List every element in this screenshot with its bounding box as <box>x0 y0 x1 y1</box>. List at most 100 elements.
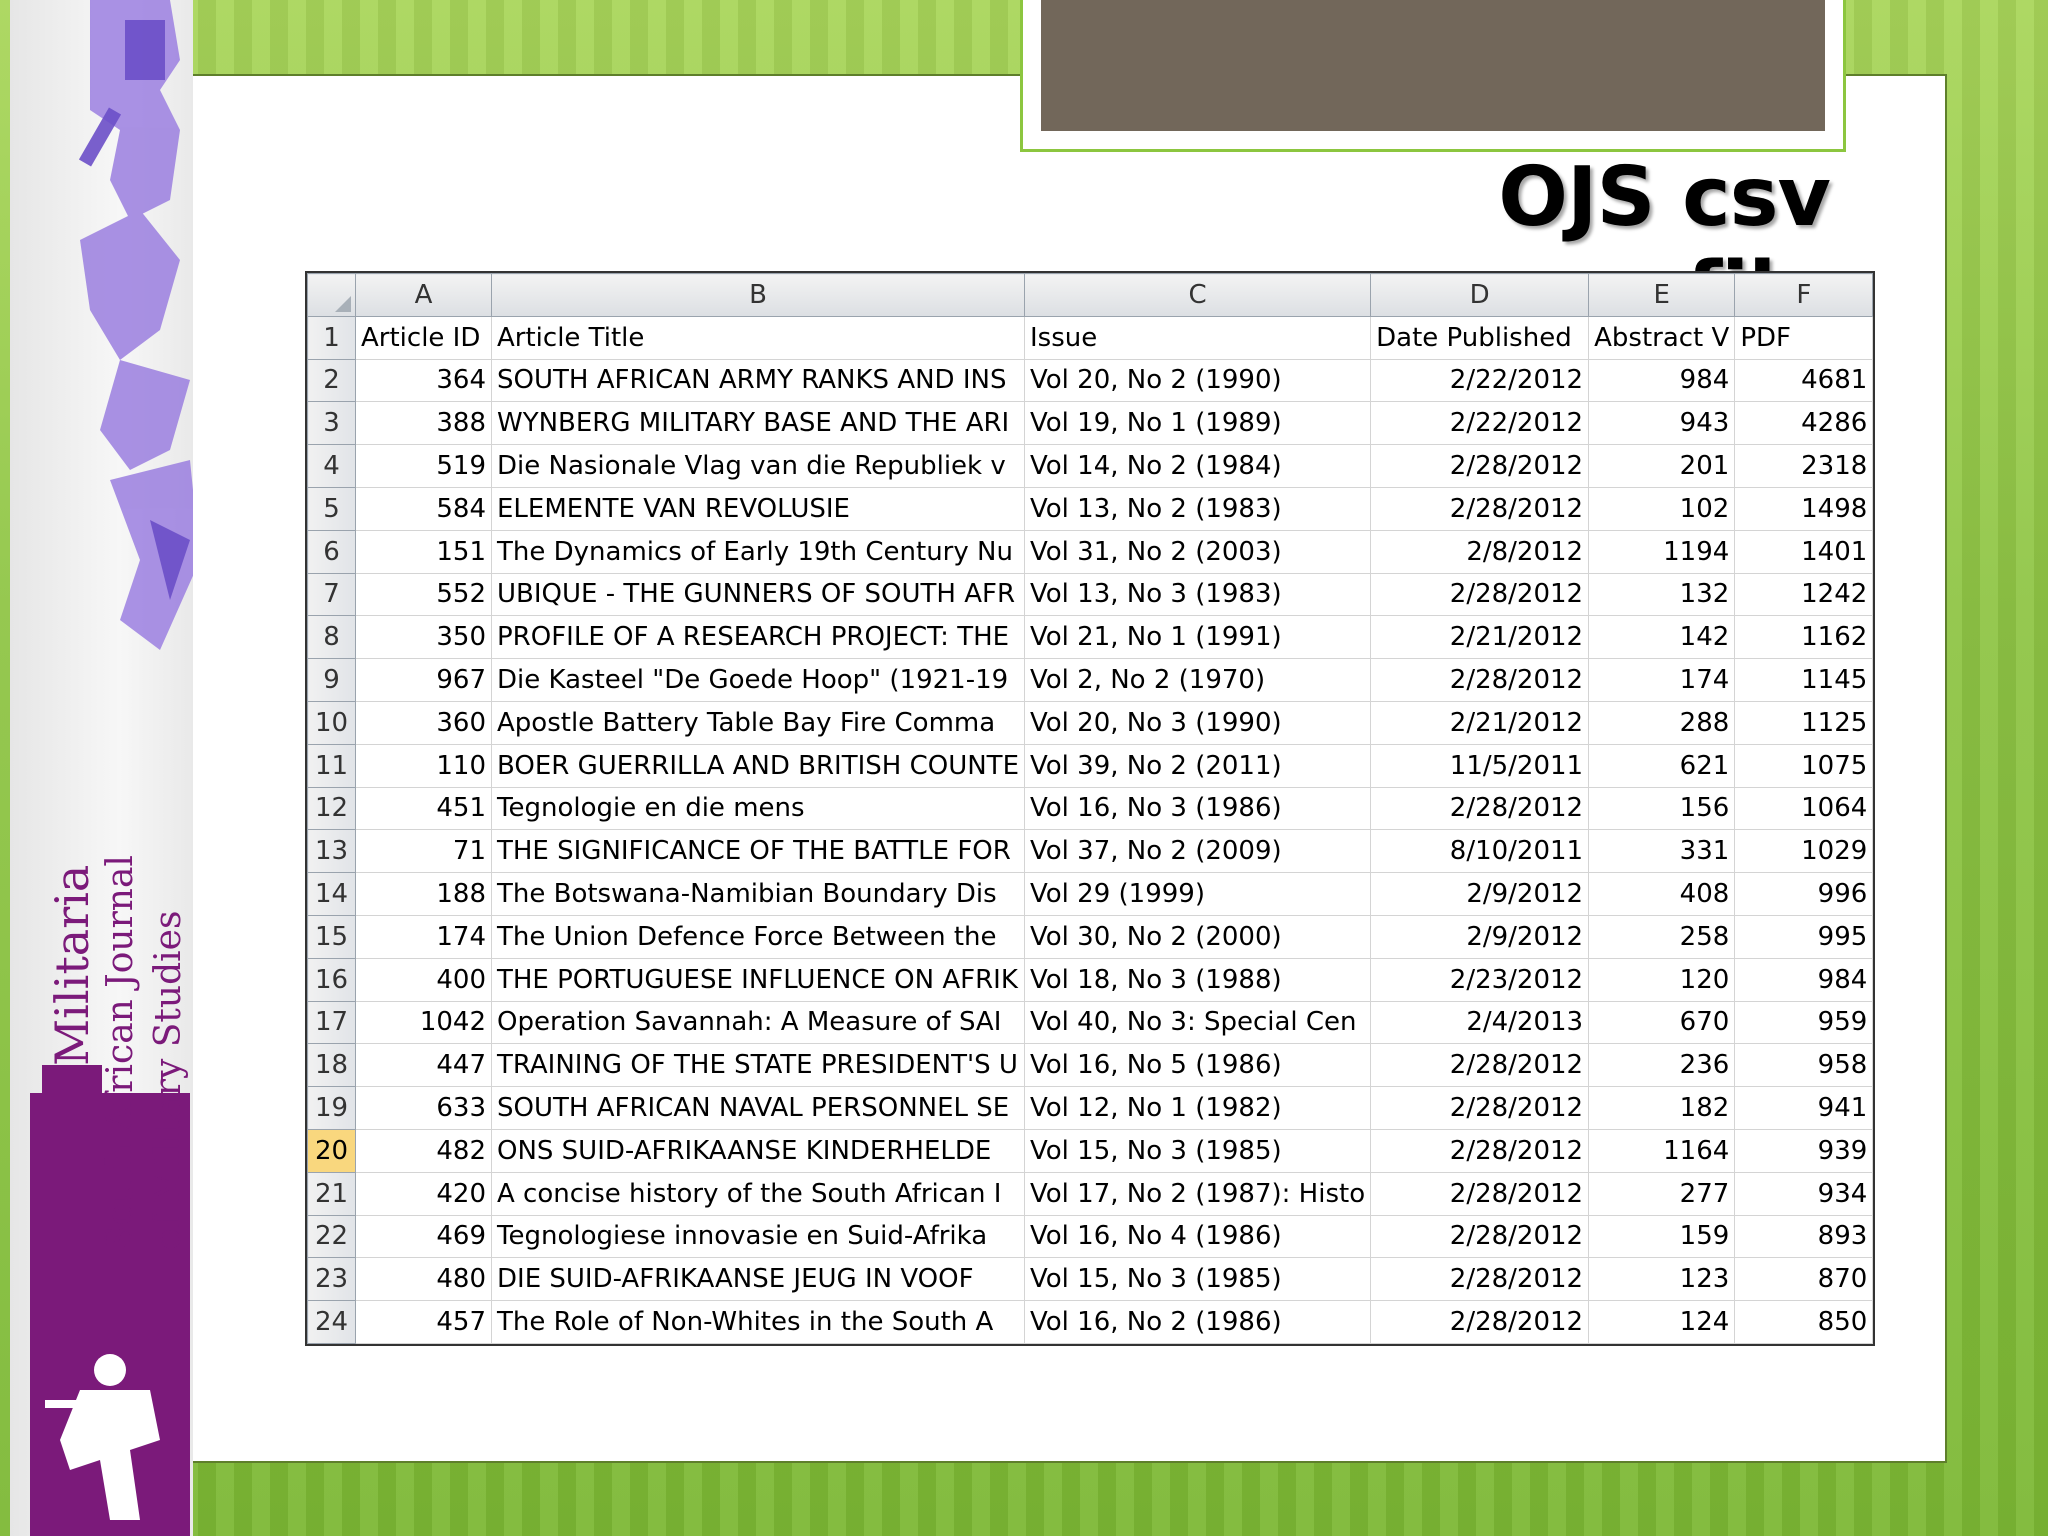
cell-abstract-views[interactable]: 277 <box>1588 1171 1736 1216</box>
row-header[interactable]: 18 <box>307 1043 356 1088</box>
cell-pdf[interactable]: PDF <box>1734 315 1874 360</box>
cell-article-title[interactable]: DIE SUID-AFRIKAANSE JEUG IN VOOF <box>491 1257 1025 1302</box>
cell-date-published[interactable]: 11/5/2011 <box>1370 743 1590 788</box>
cell-pdf[interactable]: 1162 <box>1734 615 1874 660</box>
row-header[interactable]: 8 <box>307 615 356 660</box>
cell-abstract-views[interactable]: 236 <box>1588 1043 1736 1088</box>
row-header[interactable]: 6 <box>307 529 356 574</box>
cell-article-title[interactable]: Article Title <box>491 315 1025 360</box>
cell-abstract-views[interactable]: 120 <box>1588 957 1736 1002</box>
cell-article-id[interactable]: 360 <box>355 700 492 745</box>
cell-article-title[interactable]: The Union Defence Force Between the <box>491 914 1025 959</box>
cell-pdf[interactable]: 996 <box>1734 872 1874 916</box>
cell-date-published[interactable]: 2/28/2012 <box>1370 444 1590 488</box>
cell-pdf[interactable]: 1145 <box>1734 658 1874 702</box>
row-header[interactable]: 20 <box>307 1128 356 1173</box>
cell-pdf[interactable]: 984 <box>1734 957 1874 1002</box>
cell-date-published[interactable]: 8/10/2011 <box>1370 829 1590 874</box>
cell-pdf[interactable]: 1401 <box>1734 529 1874 574</box>
cell-pdf[interactable]: 1075 <box>1734 743 1874 788</box>
row-header[interactable]: 17 <box>307 1000 356 1045</box>
cell-date-published[interactable]: 2/23/2012 <box>1370 957 1590 1002</box>
cell-article-id[interactable]: 1042 <box>355 1000 492 1045</box>
cell-article-title[interactable]: Tegnologie en die mens <box>491 786 1025 831</box>
cell-date-published[interactable]: 2/28/2012 <box>1370 572 1590 617</box>
row-header[interactable]: 9 <box>307 658 356 702</box>
cell-issue[interactable]: Vol 12, No 1 (1982) <box>1023 1086 1372 1130</box>
cell-issue[interactable]: Vol 21, No 1 (1991) <box>1023 615 1372 660</box>
row-header[interactable]: 13 <box>307 829 356 874</box>
row-header[interactable]: 11 <box>307 743 356 788</box>
cell-article-title[interactable]: The Role of Non-Whites in the South A <box>491 1300 1025 1344</box>
cell-issue[interactable]: Vol 29 (1999) <box>1023 872 1372 916</box>
cell-article-title[interactable]: WYNBERG MILITARY BASE AND THE ARI <box>491 401 1025 446</box>
cell-date-published[interactable]: 2/4/2013 <box>1370 1000 1590 1045</box>
cell-issue[interactable]: Vol 16, No 2 (1986) <box>1023 1300 1372 1344</box>
cell-article-title[interactable]: Die Nasionale Vlag van die Republiek v <box>491 444 1025 488</box>
cell-issue[interactable]: Vol 39, No 2 (2011) <box>1023 743 1372 788</box>
cell-issue[interactable]: Vol 16, No 5 (1986) <box>1023 1043 1372 1088</box>
cell-issue[interactable]: Vol 13, No 2 (1983) <box>1023 486 1372 531</box>
cell-article-title[interactable]: Apostle Battery Table Bay Fire Comma <box>491 700 1025 745</box>
cell-issue[interactable]: Vol 19, No 1 (1989) <box>1023 401 1372 446</box>
cell-article-id[interactable]: 174 <box>355 914 492 959</box>
cell-date-published[interactable]: 2/21/2012 <box>1370 615 1590 660</box>
cell-article-id[interactable]: 457 <box>355 1300 492 1344</box>
cell-abstract-views[interactable]: 258 <box>1588 914 1736 959</box>
cell-issue[interactable]: Issue <box>1023 315 1372 360</box>
cell-article-title[interactable]: SOUTH AFRICAN ARMY RANKS AND INS <box>491 358 1025 403</box>
row-header[interactable]: 24 <box>307 1300 356 1344</box>
cell-abstract-views[interactable]: 201 <box>1588 444 1736 488</box>
cell-article-id[interactable]: 447 <box>355 1043 492 1088</box>
cell-issue[interactable]: Vol 13, No 3 (1983) <box>1023 572 1372 617</box>
row-header[interactable]: 4 <box>307 444 356 488</box>
cell-article-title[interactable]: TRAINING OF THE STATE PRESIDENT'S U <box>491 1043 1025 1088</box>
cell-article-title[interactable]: Operation Savannah: A Measure of SAI <box>491 1000 1025 1045</box>
cell-pdf[interactable]: 959 <box>1734 1000 1874 1045</box>
cell-article-title[interactable]: A concise history of the South African I <box>491 1171 1025 1216</box>
cell-date-published[interactable]: 2/28/2012 <box>1370 1086 1590 1130</box>
cell-issue[interactable]: Vol 20, No 2 (1990) <box>1023 358 1372 403</box>
row-header[interactable]: 14 <box>307 872 356 916</box>
cell-issue[interactable]: Vol 20, No 3 (1990) <box>1023 700 1372 745</box>
cell-pdf[interactable]: 941 <box>1734 1086 1874 1130</box>
cell-abstract-views[interactable]: 142 <box>1588 615 1736 660</box>
cell-date-published[interactable]: 2/28/2012 <box>1370 658 1590 702</box>
cell-article-id[interactable]: 388 <box>355 401 492 446</box>
cell-issue[interactable]: Vol 2, No 2 (1970) <box>1023 658 1372 702</box>
cell-article-id[interactable]: 967 <box>355 658 492 702</box>
cell-article-id[interactable]: 469 <box>355 1214 492 1259</box>
cell-abstract-views[interactable]: 132 <box>1588 572 1736 617</box>
row-header[interactable]: 15 <box>307 914 356 959</box>
cell-pdf[interactable]: 1125 <box>1734 700 1874 745</box>
cell-pdf[interactable]: 1029 <box>1734 829 1874 874</box>
cell-article-title[interactable]: BOER GUERRILLA AND BRITISH COUNTE <box>491 743 1025 788</box>
cell-issue[interactable]: Vol 30, No 2 (2000) <box>1023 914 1372 959</box>
row-header[interactable]: 22 <box>307 1214 356 1259</box>
row-header[interactable]: 7 <box>307 572 356 617</box>
cell-date-published[interactable]: 2/28/2012 <box>1370 1257 1590 1302</box>
cell-date-published[interactable]: 2/28/2012 <box>1370 1300 1590 1344</box>
column-header-a[interactable]: A <box>355 273 492 317</box>
cell-pdf[interactable]: 1064 <box>1734 786 1874 831</box>
cell-date-published[interactable]: 2/8/2012 <box>1370 529 1590 574</box>
cell-pdf[interactable]: 939 <box>1734 1128 1874 1173</box>
cell-pdf[interactable]: 4681 <box>1734 358 1874 403</box>
cell-abstract-views[interactable]: 182 <box>1588 1086 1736 1130</box>
cell-pdf[interactable]: 870 <box>1734 1257 1874 1302</box>
cell-abstract-views[interactable]: 621 <box>1588 743 1736 788</box>
cell-article-id[interactable]: 480 <box>355 1257 492 1302</box>
cell-date-published[interactable]: Date Published <box>1370 315 1590 360</box>
cell-abstract-views[interactable]: 984 <box>1588 358 1736 403</box>
cell-date-published[interactable]: 2/9/2012 <box>1370 914 1590 959</box>
cell-abstract-views[interactable]: 124 <box>1588 1300 1736 1344</box>
column-header-d[interactable]: D <box>1370 273 1590 317</box>
row-header[interactable]: 1 <box>307 315 356 360</box>
row-header[interactable]: 2 <box>307 358 356 403</box>
cell-article-id[interactable]: 552 <box>355 572 492 617</box>
cell-pdf[interactable]: 995 <box>1734 914 1874 959</box>
cell-article-id[interactable]: 71 <box>355 829 492 874</box>
cell-article-title[interactable]: THE SIGNIFICANCE OF THE BATTLE FOR <box>491 829 1025 874</box>
cell-date-published[interactable]: 2/21/2012 <box>1370 700 1590 745</box>
cell-abstract-views[interactable]: 174 <box>1588 658 1736 702</box>
